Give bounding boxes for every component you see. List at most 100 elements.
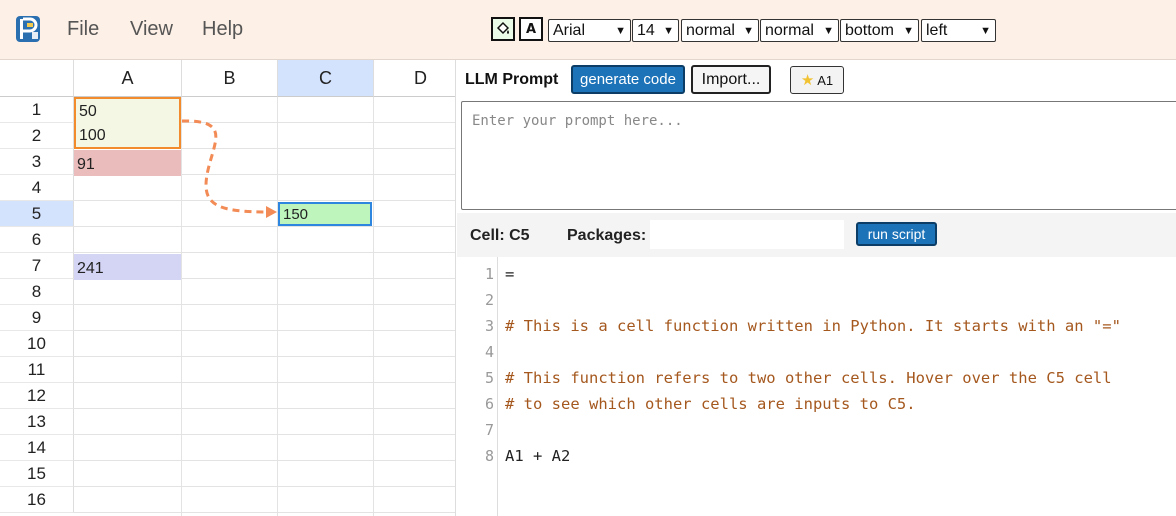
- code-text: A1 + A2: [505, 447, 571, 465]
- row-header[interactable]: 13: [0, 409, 74, 435]
- code-text: # This is a cell function written in Pyt…: [505, 317, 1121, 335]
- line-number: 1: [484, 265, 494, 283]
- row-header[interactable]: 6: [0, 227, 74, 253]
- code-line[interactable]: 3 # This is a cell function written in Py…: [457, 314, 1176, 340]
- menu-help[interactable]: Help: [202, 18, 243, 41]
- row-header[interactable]: 5: [0, 201, 74, 227]
- code-text: # to see which other cells are inputs to…: [505, 395, 916, 413]
- font-weight-value: normal: [686, 21, 735, 39]
- column-header-b[interactable]: B: [182, 60, 278, 97]
- horizontal-align-select[interactable]: left ▼: [921, 19, 996, 42]
- row-header[interactable]: 9: [0, 305, 74, 331]
- text-color-button[interactable]: A: [519, 17, 543, 41]
- star-icon: ★: [800, 72, 815, 89]
- row-header[interactable]: 2: [0, 123, 74, 149]
- cell-c5-selected[interactable]: 150: [278, 202, 372, 226]
- line-number: 7: [484, 421, 494, 439]
- line-number: 3: [484, 317, 494, 335]
- grid-divider: [74, 330, 455, 331]
- grid-corner: [0, 60, 74, 97]
- chevron-down-icon: ▼: [743, 24, 754, 37]
- font-family-value: Arial: [553, 21, 586, 39]
- font-weight-select[interactable]: normal ▼: [681, 19, 759, 42]
- code-line[interactable]: 7: [457, 418, 1176, 444]
- row-header[interactable]: 4: [0, 175, 74, 201]
- line-number: 6: [484, 395, 494, 413]
- generate-code-button[interactable]: generate code: [571, 65, 685, 94]
- menu-view[interactable]: View: [130, 18, 173, 41]
- grid-divider: [74, 460, 455, 461]
- column-header-c[interactable]: C: [278, 60, 374, 97]
- llm-prompt-input[interactable]: [461, 101, 1176, 210]
- font-size-select[interactable]: 14 ▼: [632, 19, 679, 42]
- row-header[interactable]: 12: [0, 383, 74, 409]
- font-size-value: 14: [637, 21, 655, 39]
- line-number: 5: [484, 369, 494, 387]
- grid-divider: [74, 226, 455, 227]
- paint-bucket-icon: [496, 21, 510, 35]
- chevron-down-icon: ▼: [823, 24, 834, 37]
- row-header[interactable]: 8: [0, 279, 74, 305]
- code-line[interactable]: 2: [457, 288, 1176, 314]
- row-header[interactable]: 11: [0, 357, 74, 383]
- code-line[interactable]: 8 A1 + A2: [457, 444, 1176, 470]
- column-header-a[interactable]: A: [74, 60, 182, 97]
- cell-a2[interactable]: 100: [74, 123, 181, 149]
- grid-divider: [74, 486, 455, 487]
- chevron-down-icon: ▼: [663, 24, 674, 37]
- row-header[interactable]: 7: [0, 253, 74, 279]
- vertical-align-value: bottom: [845, 21, 894, 39]
- font-style-value: normal: [765, 21, 814, 39]
- font-family-select[interactable]: Arial ▼: [548, 19, 631, 42]
- grid-divider: [74, 382, 455, 383]
- grid-divider: [181, 97, 182, 516]
- star-cell-label: A1: [817, 72, 834, 88]
- grid-divider: [74, 356, 455, 357]
- cell-a1[interactable]: 50: [74, 97, 181, 123]
- line-number: 2: [484, 291, 494, 309]
- row-header[interactable]: 1: [0, 97, 74, 123]
- grid-divider: [74, 434, 455, 435]
- code-line[interactable]: 4: [457, 340, 1176, 366]
- cell-a3[interactable]: 91: [74, 150, 181, 176]
- fill-color-button[interactable]: [491, 17, 515, 41]
- code-line[interactable]: 1 =: [457, 262, 1176, 288]
- row-header[interactable]: 15: [0, 461, 74, 487]
- llm-prompt-label: LLM Prompt: [465, 71, 559, 88]
- current-cell-label: Cell: C5: [470, 227, 530, 244]
- code-line[interactable]: 5 # This function refers to two other cel…: [457, 366, 1176, 392]
- cell-a7[interactable]: 241: [74, 254, 181, 280]
- code-text: # This function refers to two other cell…: [505, 369, 1112, 387]
- app-logo-icon: [16, 16, 40, 42]
- grid-divider: [74, 304, 455, 305]
- line-number: 4: [484, 343, 494, 361]
- cell-info-bar: Cell: C5 Packages: run script: [457, 213, 1176, 257]
- code-line[interactable]: 6 # to see which other cells are inputs t…: [457, 392, 1176, 418]
- code-text: =: [505, 265, 515, 283]
- grid-divider: [74, 252, 455, 253]
- grid-divider: [74, 512, 455, 513]
- import-button[interactable]: Import...: [691, 65, 771, 94]
- code-editor[interactable]: 1 = 2 3 # This is a cell function written in…: [457, 257, 1176, 516]
- menu-file[interactable]: File: [67, 18, 99, 41]
- font-style-select[interactable]: normal ▼: [760, 19, 839, 42]
- row-header[interactable]: 14: [0, 435, 74, 461]
- chevron-down-icon: ▼: [980, 24, 991, 37]
- run-script-button[interactable]: run script: [856, 222, 937, 246]
- vertical-align-select[interactable]: bottom ▼: [840, 19, 919, 42]
- packages-input[interactable]: [650, 220, 844, 249]
- text-color-icon: A: [525, 21, 537, 37]
- chevron-down-icon: ▼: [903, 24, 914, 37]
- grid-divider: [373, 97, 374, 516]
- horizontal-align-value: left: [926, 21, 948, 39]
- row-header[interactable]: 10: [0, 331, 74, 357]
- code-panel: LLM Prompt generate code Import... ★ A1 …: [457, 60, 1176, 516]
- grid-divider: [74, 200, 455, 201]
- column-header-d[interactable]: D: [374, 60, 455, 97]
- grid-divider: [277, 97, 278, 516]
- chevron-down-icon: ▼: [615, 24, 626, 37]
- row-header[interactable]: 16: [0, 487, 74, 513]
- star-cell-button[interactable]: ★ A1: [790, 66, 844, 94]
- spreadsheet-grid[interactable]: A B C D 1 2 3 4 5 6 7 8 9 10 11 12 13 14 15 16 50 100 9…: [0, 60, 456, 516]
- row-header[interactable]: 3: [0, 149, 74, 175]
